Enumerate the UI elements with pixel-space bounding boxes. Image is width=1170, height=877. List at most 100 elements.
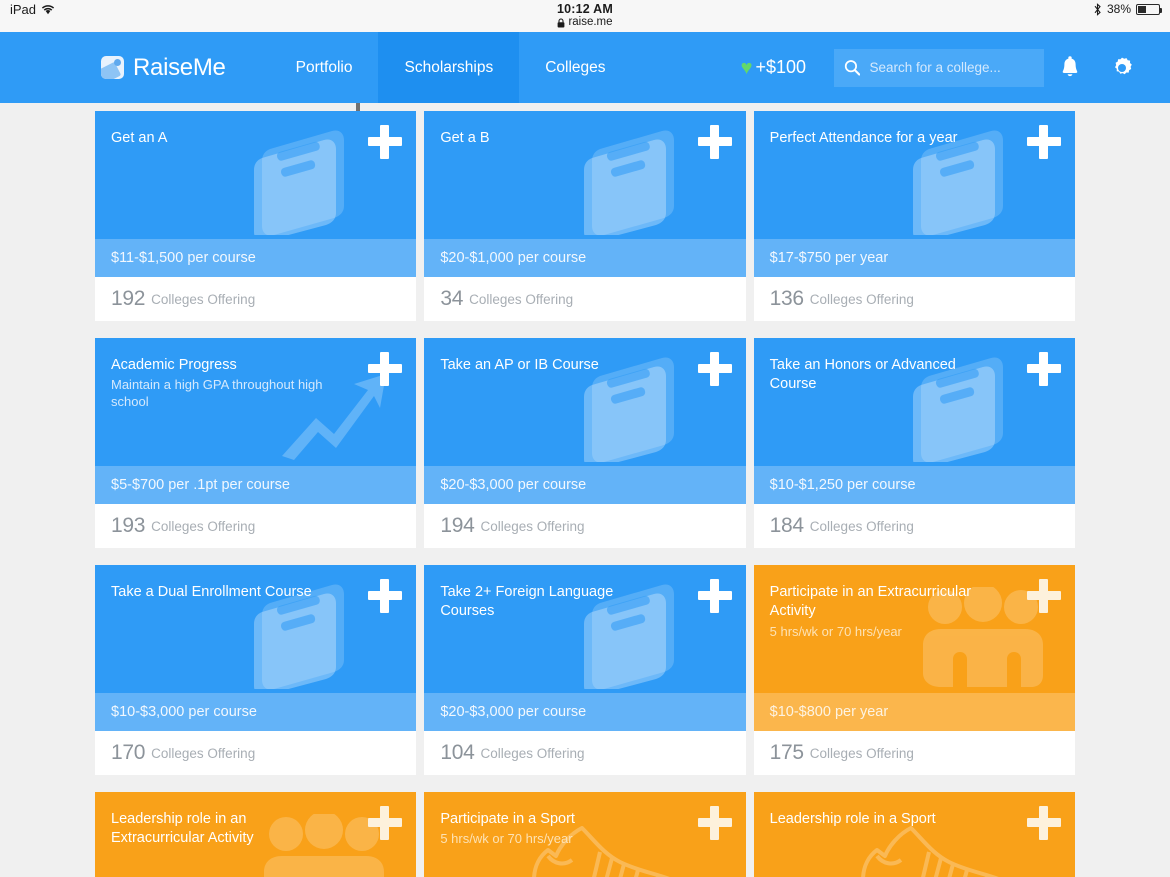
scholarship-card[interactable]: Get an A $11-$1,500 per course 192 Colle…	[95, 111, 417, 321]
scholarship-card[interactable]: Participate in a Sport 5 hrs/wk or 70 hr…	[424, 792, 746, 877]
card-title: Take a Dual Enrollment Course	[111, 584, 312, 600]
colleges-offering-label: Colleges Offering	[151, 291, 256, 307]
card-header: Participate in an Extracurricular Activi…	[753, 565, 1075, 693]
lock-icon	[558, 18, 565, 28]
card-header: Get a B	[424, 111, 746, 239]
card-title: Leadership role in a Sport	[769, 811, 936, 827]
battery-icon	[1136, 3, 1162, 15]
card-header: Take 2+ Foreign Language Courses	[424, 565, 746, 693]
card-title: Leadership role in an Extracurricular Ac…	[111, 811, 254, 847]
nav-tab-label: Portfolio	[295, 58, 353, 76]
colleges-offering-count: 34	[440, 287, 464, 310]
notifications-button[interactable]	[1044, 55, 1096, 80]
main-nav-tabs: Portfolio Scholarships Colleges	[270, 32, 632, 103]
card-footer: 193 Colleges Offering	[95, 504, 417, 548]
search-input[interactable]	[869, 60, 1034, 75]
card-header: Leadership role in an Extracurricular Ac…	[95, 792, 417, 877]
colleges-offering-count: 192	[111, 287, 146, 310]
college-search-box[interactable]	[834, 48, 1044, 87]
plus-icon[interactable]	[697, 352, 732, 386]
card-title: Take an Honors or Advanced Course	[769, 357, 956, 393]
nav-tab-portfolio[interactable]: Portfolio	[270, 32, 379, 103]
plus-icon[interactable]	[368, 579, 403, 613]
card-header: Get an A	[95, 111, 417, 239]
earnings-amount: +$100	[755, 57, 806, 77]
scholarship-card[interactable]: Participate in an Extracurricular Activi…	[753, 565, 1075, 775]
plus-icon[interactable]	[368, 352, 403, 386]
card-footer: 192 Colleges Offering	[95, 277, 417, 321]
status-bar-center: 10:12 AM raise.me	[0, 2, 1170, 30]
scholarship-card[interactable]: Take a Dual Enrollment Course $10-$3,000…	[95, 565, 417, 775]
nav-tab-label: Colleges	[545, 58, 606, 76]
card-header: Perfect Attendance for a year	[753, 111, 1075, 239]
colleges-offering-label: Colleges Offering	[469, 291, 574, 307]
colleges-offering-label: Colleges Offering	[151, 745, 256, 761]
colleges-offering-count: 193	[111, 514, 146, 537]
bell-icon	[1062, 55, 1078, 76]
brand-logo[interactable]: RaiseMe	[101, 54, 226, 82]
search-icon	[844, 60, 861, 76]
card-title: Take 2+ Foreign Language Courses	[440, 584, 614, 620]
colleges-offering-count: 104	[440, 741, 475, 764]
card-amount: $20-$1,000 per course	[424, 239, 746, 277]
scholarship-card-grid: Get an A $11-$1,500 per course 192 Colle…	[95, 111, 1075, 877]
card-subtitle: 5 hrs/wk or 70 hrs/year	[769, 623, 902, 639]
scholarship-card[interactable]: Academic Progress Maintain a high GPA th…	[95, 338, 417, 548]
colleges-offering-count: 136	[769, 287, 804, 310]
card-title: Perfect Attendance for a year	[769, 130, 958, 146]
scholarship-card[interactable]: Get a B $20-$1,000 per course 34 College…	[424, 111, 746, 321]
plus-icon[interactable]	[1027, 352, 1061, 386]
card-header: Academic Progress Maintain a high GPA th…	[95, 338, 417, 466]
battery-percent: 38%	[1106, 2, 1131, 16]
card-footer: 170 Colleges Offering	[95, 731, 417, 775]
card-footer: 136 Colleges Offering	[753, 277, 1075, 321]
navbar-right: ♥ +$100	[741, 48, 1148, 87]
plus-icon[interactable]	[697, 125, 732, 159]
scholarship-card[interactable]: Take an Honors or Advanced Course $10-$1…	[753, 338, 1075, 548]
brand-name: RaiseMe	[133, 53, 226, 81]
scholarship-card[interactable]: Take 2+ Foreign Language Courses $20-$3,…	[424, 565, 746, 775]
card-title: Take an AP or IB Course	[440, 357, 599, 373]
card-title: Get an A	[111, 130, 168, 146]
app-navbar: RaiseMe Portfolio Scholarships Colleges …	[0, 32, 1170, 112]
scholarship-card[interactable]: Leadership role in an Extracurricular Ac…	[95, 792, 417, 877]
card-header: Participate in a Sport 5 hrs/wk or 70 hr…	[424, 792, 746, 877]
scholarship-card[interactable]: Take an AP or IB Course $20-$3,000 per c…	[424, 338, 746, 548]
settings-button[interactable]	[1096, 56, 1148, 80]
plus-icon[interactable]	[1027, 125, 1061, 159]
card-footer: 34 Colleges Offering	[424, 277, 746, 321]
plus-icon[interactable]	[368, 125, 403, 159]
scholarship-card[interactable]: Leadership role in a Sport $15-$1,500 pe…	[753, 792, 1075, 877]
card-footer: 175 Colleges Offering	[753, 731, 1075, 775]
card-subtitle: 5 hrs/wk or 70 hrs/year	[440, 831, 573, 847]
status-bar-right: 38%	[1093, 2, 1162, 16]
colleges-offering-label: Colleges Offering	[151, 518, 256, 534]
plus-icon[interactable]	[368, 806, 403, 840]
site-indicator: raise.me	[557, 16, 613, 29]
plus-icon[interactable]	[697, 579, 732, 613]
site-url: raise.me	[568, 16, 613, 29]
colleges-offering-label: Colleges Offering	[809, 291, 914, 307]
colleges-offering-count: 184	[769, 514, 804, 537]
plus-icon[interactable]	[1027, 579, 1061, 613]
plus-icon[interactable]	[697, 806, 732, 840]
gear-icon	[1115, 57, 1132, 74]
earnings-total[interactable]: ♥ +$100	[741, 57, 806, 78]
card-header: Take an AP or IB Course	[424, 338, 746, 466]
card-title: Participate in an Extracurricular Activi…	[769, 584, 972, 620]
card-footer: 104 Colleges Offering	[424, 731, 746, 775]
card-title: Get a B	[440, 130, 490, 146]
bluetooth-icon	[1094, 2, 1101, 16]
nav-tab-scholarships[interactable]: Scholarships	[378, 32, 520, 103]
colleges-offering-count: 170	[111, 741, 146, 764]
raiseme-logo-icon	[101, 56, 124, 79]
nav-tab-colleges[interactable]: Colleges	[519, 32, 631, 103]
card-subtitle: Maintain a high GPA throughout high scho…	[111, 377, 323, 410]
plus-icon[interactable]	[1027, 806, 1061, 840]
scholarship-card[interactable]: Perfect Attendance for a year $17-$750 p…	[753, 111, 1075, 321]
card-title: Academic Progress	[111, 357, 237, 373]
scholarships-content: Get an A $11-$1,500 per course 192 Colle…	[0, 103, 1170, 877]
card-header: Leadership role in a Sport	[753, 792, 1075, 877]
heart-icon: ♥	[740, 56, 753, 79]
ios-status-bar: iPad 10:12 AM raise.me 38%	[0, 0, 1170, 32]
